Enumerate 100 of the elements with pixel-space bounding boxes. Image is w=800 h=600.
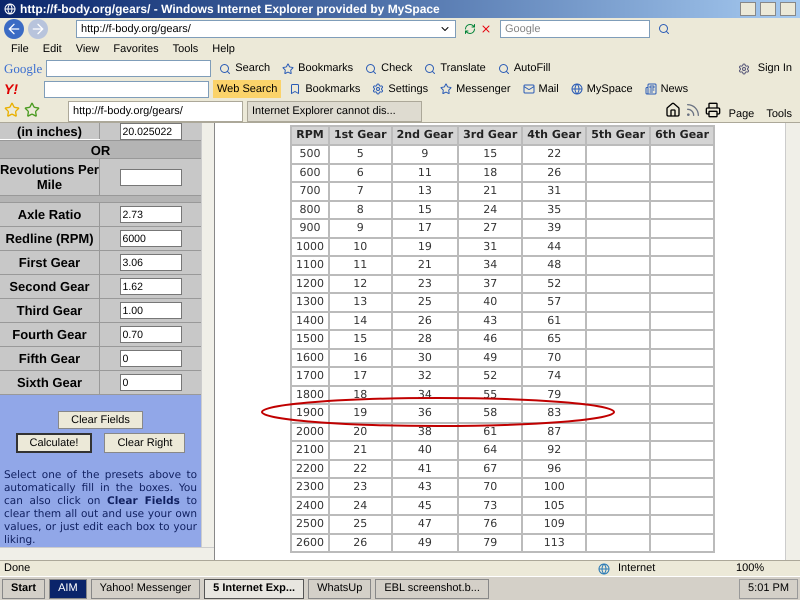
empty-cell [650,238,714,256]
command-button[interactable]: Tools [762,106,796,122]
table-cell: 40 [392,441,458,460]
form-input[interactable]: 0 [120,350,182,367]
form-label-cell: (in inches) [0,123,100,139]
taskbar-button[interactable]: 5 Internet Exp... [204,578,304,598]
form-input[interactable]: 0.70 [120,326,182,343]
taskbar-button[interactable]: Yahoo! Messenger [90,578,200,598]
toolbar-button[interactable]: Settings [368,80,432,98]
toolbar-button[interactable]: Translate [420,60,490,77]
vertical-scrollbar[interactable] [201,123,214,547]
horizontal-scrollbar[interactable] [0,547,214,560]
menu-item[interactable]: View [68,40,106,58]
search-field[interactable]: Google [500,20,650,38]
table-cell: 113 [522,534,586,552]
refresh-icon [464,23,476,35]
toolbar-button[interactable]: Bookmarks [278,60,358,77]
form-label-cell: Redline (RPM) [0,227,100,250]
empty-cell [586,460,650,478]
form-input[interactable]: 6000 [120,230,182,247]
table-cell: 1600 [290,348,329,367]
favorites-star-icon [4,102,20,118]
window-title: http://f-body.org/gears/ - Windows Internet Explorer provided by MySpace [20,1,441,18]
table-cell: 65 [522,330,586,348]
table-cell: 26 [328,534,392,552]
toolbar-button[interactable]: MySpace [566,80,637,98]
calculate-button[interactable]: Calculate! [16,433,92,453]
toolbar-button[interactable]: News [640,80,692,98]
taskbar-button[interactable]: WhatsUp [308,578,372,598]
table-cell: 35 [522,200,586,219]
empty-cell [586,293,650,312]
start-button[interactable]: Start [2,578,46,598]
clear-right-button[interactable]: Clear Right [104,433,186,453]
table-cell: 11 [328,256,392,274]
table-cell: 8 [328,200,392,219]
web-search-button[interactable]: Web Search [213,80,282,98]
form-input[interactable]: 3.06 [120,254,182,271]
table-cell: 37 [458,274,522,293]
menu-item[interactable]: Help [205,40,242,58]
form-input[interactable]: 20.025022 [120,123,182,140]
form-input[interactable]: 0 [120,374,182,391]
table-cell: 26 [522,164,586,182]
taskbar-button[interactable]: EBL screenshot.b... [375,578,489,598]
taskbar-button[interactable]: AIM [49,578,87,598]
menu-item[interactable]: Favorites [106,40,166,58]
form-input[interactable] [120,168,182,186]
address-field[interactable]: http://f-body.org/gears/ [76,20,456,38]
toolbar-button[interactable]: Bookmarks [285,80,364,98]
yahoo-search-field[interactable] [44,80,209,98]
table-cell: 800 [290,200,329,219]
form-input[interactable]: 1.00 [120,302,182,319]
menu-item[interactable]: Tools [166,40,206,58]
table-cell: 70 [522,348,586,367]
security-zone: Internet [618,561,656,576]
form-input[interactable]: 2.73 [120,206,182,223]
table-cell: 67 [458,460,522,478]
empty-cell [650,274,714,293]
toolbar-button[interactable]: Check [361,60,416,77]
restore-button[interactable] [760,2,776,16]
toolbar-button[interactable]: Messenger [436,80,515,98]
toolbar-button[interactable]: Mail [518,80,563,98]
clear-fields-button[interactable]: Clear Fields [58,411,143,429]
menu-item[interactable]: Edit [36,40,69,58]
toolbar-button[interactable]: AutoFill [494,60,554,77]
empty-cell [586,534,650,552]
home-icon [664,102,681,118]
empty-cell [586,441,650,460]
table-cell: 22 [522,145,586,164]
help-text: Select one of the presets above to automatically fill in the boxes. You can also click on Clear Fields to clear them all out and use your own values, or just edit each box to your liking. [4,469,197,547]
minimize-button[interactable] [740,2,756,16]
empty-cell [650,219,714,238]
table-cell: 38 [392,422,458,441]
table-cell: 23 [328,478,392,496]
close-button[interactable] [780,2,796,16]
table-cell: 2300 [290,478,329,496]
table-cell: 49 [458,348,522,367]
sign-in-button[interactable]: Sign In [754,60,796,77]
toolbar-icon [289,83,302,95]
google-search-field[interactable] [46,60,212,77]
form-input[interactable]: 1.62 [120,278,182,295]
table-cell: 43 [392,478,458,496]
table-cell: 45 [392,496,458,515]
table-cell: 36 [392,404,458,422]
browser-tab[interactable]: Internet Explorer cannot dis... [247,101,422,122]
table-cell: 39 [522,219,586,238]
forward-icon [28,19,48,39]
table-cell: 1100 [290,256,329,274]
table-cell: 31 [522,182,586,200]
zoom-button[interactable]: 100% [736,560,796,577]
table-cell: 12 [328,274,392,293]
menu-item[interactable]: File [4,40,36,58]
command-button[interactable]: Page [724,106,758,122]
table-cell: 46 [458,330,522,348]
browser-tab[interactable]: http://f-body.org/gears/ [68,101,243,122]
table-cell: 27 [458,219,522,238]
search-icon [658,23,670,35]
toolbar-button[interactable]: Search [215,60,274,77]
table-cell: 64 [458,441,522,460]
page-scrollbar[interactable] [785,123,800,560]
table-cell: 23 [392,274,458,293]
